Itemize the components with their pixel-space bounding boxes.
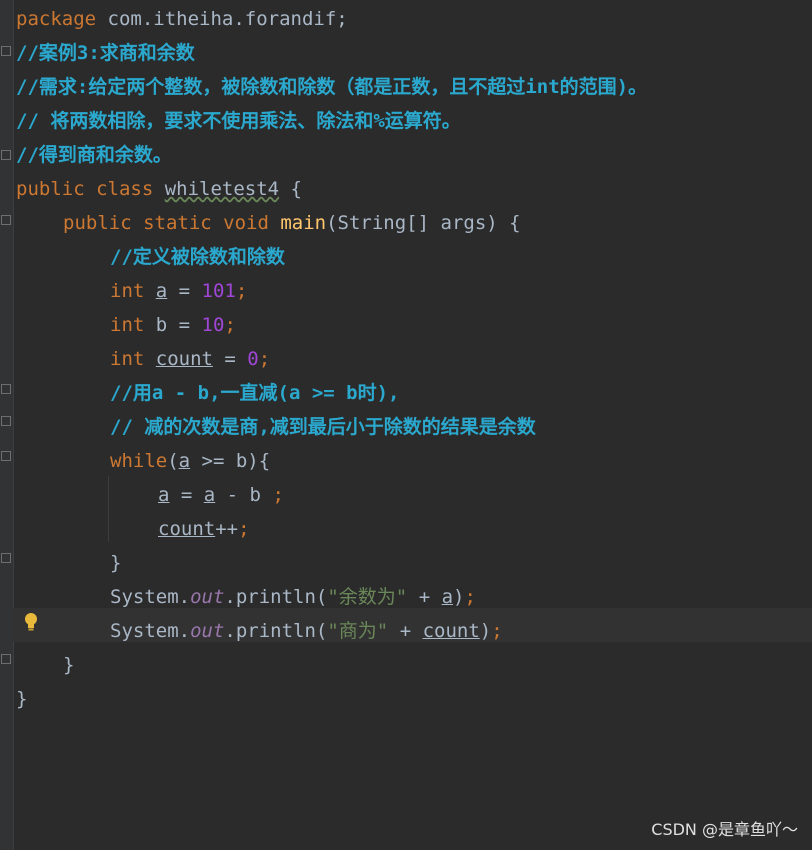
fold-marker[interactable] (1, 384, 11, 394)
fold-marker[interactable] (1, 215, 11, 225)
watermark: CSDN @是章鱼吖～ (651, 820, 798, 839)
code-line-comment: //案例3:求商和余数 (16, 42, 195, 64)
code-line-comment: //定义被除数和除数 (110, 246, 285, 268)
fold-marker[interactable] (1, 150, 11, 160)
code-editor[interactable]: package com.itheiha.forandif; //案例3:求商和余… (0, 0, 812, 850)
code-line: } (63, 654, 75, 676)
code-line: count++; (158, 518, 250, 540)
code-line: a = a - b ; (158, 484, 284, 506)
fold-marker[interactable] (1, 46, 11, 56)
code-line: while(a >= b){ (110, 450, 271, 472)
code-line-comment: // 减的次数是商,减到最后小于除数的结果是余数 (110, 416, 536, 438)
code-line: } (16, 688, 28, 710)
code-line: public static void main(String[] args) { (63, 212, 521, 234)
code-line: int count = 0; (110, 348, 271, 370)
code-line-comment: //用a - b,一直减(a >= b时), (110, 382, 400, 404)
code-line: package com.itheiha.forandif; (16, 8, 348, 30)
fold-marker[interactable] (1, 416, 11, 426)
code-line-comment: //得到商和余数。 (16, 144, 172, 166)
code-line-comment: //需求:给定两个整数，被除数和除数（都是正数，且不超过int的范围)。 (16, 76, 648, 98)
code-line: public class whiletest4 { (16, 178, 302, 200)
lightbulb-icon[interactable] (24, 612, 38, 632)
fold-marker[interactable] (1, 654, 11, 664)
class-name: whiletest4 (164, 178, 280, 200)
code-line: } (110, 552, 122, 574)
code-line: int b = 10; (110, 314, 236, 336)
fold-marker[interactable] (1, 451, 11, 461)
fold-marker[interactable] (1, 553, 11, 563)
code-line-comment: // 将两数相除，要求不使用乘法、除法和%运算符。 (16, 110, 461, 132)
code-line: System.out.println("余数为" + a); (110, 586, 476, 608)
code-line: int a = 101; (110, 280, 248, 302)
code-line-current: System.out.println("商为" + count); (110, 620, 503, 642)
indent-guide (108, 476, 109, 542)
